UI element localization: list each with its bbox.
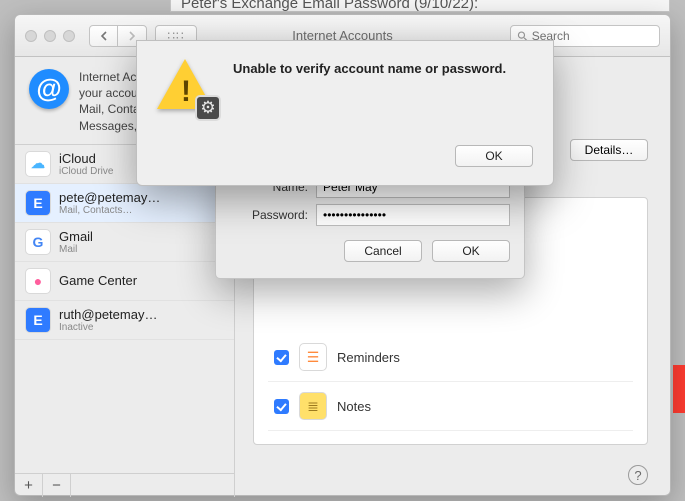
background-window-title: Peter's Exchange Email Password (9/10/22… xyxy=(170,0,670,12)
app-label: Reminders xyxy=(337,350,400,365)
account-name: iCloud xyxy=(59,151,113,166)
app-icon: ☰ xyxy=(299,343,327,371)
help-button[interactable]: ? xyxy=(628,465,648,485)
alert-ok-button[interactable]: OK xyxy=(455,145,533,167)
account-list: ☁ iCloud iCloud Drive E pete@petemay… Mai… xyxy=(15,144,234,473)
cancel-button[interactable]: Cancel xyxy=(344,240,422,262)
account-icon: E xyxy=(25,307,51,333)
window-controls xyxy=(25,30,75,42)
chevron-left-icon xyxy=(98,30,110,42)
account-icon: G xyxy=(25,229,51,255)
app-icon: ≣ xyxy=(299,392,327,420)
app-checkbox[interactable] xyxy=(274,399,289,414)
alert-message: Unable to verify account name or passwor… xyxy=(233,57,506,76)
account-row[interactable]: E pete@petemay… Mail, Contacts… xyxy=(15,184,234,223)
close-dot[interactable] xyxy=(25,30,37,42)
account-icon: ● xyxy=(25,268,51,294)
minimize-dot[interactable] xyxy=(44,30,56,42)
account-icon: E xyxy=(25,190,51,216)
gear-icon: ⚙ xyxy=(195,95,221,121)
sidebar-footer: + − xyxy=(15,473,234,497)
app-label: Notes xyxy=(337,399,371,414)
account-row[interactable]: E ruth@petemay… Inactive xyxy=(15,301,234,340)
account-name: Game Center xyxy=(59,273,137,288)
account-sub: Inactive xyxy=(59,322,157,333)
app-row: ≣ Notes xyxy=(268,382,633,431)
password-label: Password: xyxy=(230,208,308,222)
account-name: Gmail xyxy=(59,229,93,244)
account-name: ruth@petemay… xyxy=(59,307,157,322)
account-icon: ☁ xyxy=(25,151,51,177)
ok-button[interactable]: OK xyxy=(432,240,510,262)
app-checkbox[interactable] xyxy=(274,350,289,365)
warning-icon: ! ⚙ xyxy=(157,57,215,115)
alert-sheet: ! ⚙ Unable to verify account name or pas… xyxy=(136,40,554,186)
account-row[interactable]: ● Game Center xyxy=(15,262,234,301)
back-button[interactable] xyxy=(90,25,118,47)
password-field[interactable] xyxy=(316,204,510,226)
account-name: pete@petemay… xyxy=(59,190,160,205)
remove-account-button[interactable]: − xyxy=(43,474,71,497)
add-account-button[interactable]: + xyxy=(15,474,43,497)
account-sub: iCloud Drive xyxy=(59,166,113,177)
account-sub: Mail, Contacts… xyxy=(59,205,160,216)
details-button[interactable]: Details… xyxy=(570,139,648,161)
zoom-dot[interactable] xyxy=(63,30,75,42)
account-row[interactable]: G Gmail Mail xyxy=(15,223,234,262)
account-sub: Mail xyxy=(59,244,93,255)
at-icon: @ xyxy=(29,69,69,109)
app-row: ☰ Reminders xyxy=(268,333,633,382)
red-indicator xyxy=(673,365,685,413)
